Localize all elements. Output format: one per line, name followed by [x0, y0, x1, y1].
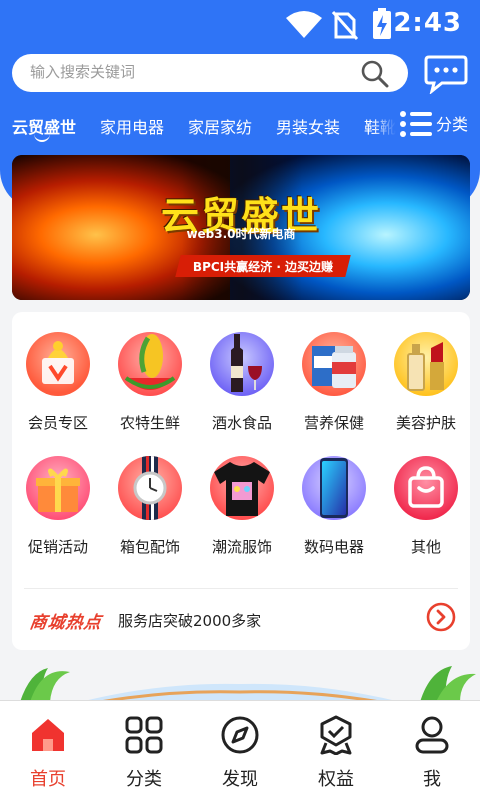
grid-item-other[interactable]: 其他 [380, 436, 472, 556]
grid-item-health[interactable]: 营养保健 [288, 312, 380, 432]
corn-watermelon-icon [118, 332, 182, 396]
grid-icon [125, 716, 163, 754]
grid-item-wine[interactable]: 酒水食品 [196, 312, 288, 432]
no-sim-icon [332, 11, 358, 40]
divider [24, 588, 458, 589]
grid-label: 会员专区 [27, 414, 88, 432]
tab-discover[interactable]: 发现 [192, 701, 288, 801]
supplement-box-icon [302, 332, 366, 396]
category-tab[interactable]: 家用电器 [100, 114, 164, 138]
grid-item-bags[interactable]: 箱包配饰 [104, 436, 196, 556]
vip-gift-icon [26, 332, 90, 396]
banner-ribbon-text: BPCI共赢经济 · 边买边赚 [192, 260, 334, 274]
bottom-tab-bar: 首页 分类 发现 权益 我 [0, 700, 480, 801]
hot-news-logo: 商城热点 [28, 613, 104, 633]
all-categories-label: 分类 [436, 115, 469, 134]
search-bar[interactable] [12, 54, 408, 92]
category-tab[interactable]: 男装女装 [276, 114, 340, 138]
category-tab[interactable]: 家居家纺 [188, 114, 252, 138]
grid-label: 农特生鲜 [119, 414, 180, 432]
watch-icon [118, 456, 182, 520]
smartphone-icon [302, 456, 366, 520]
tab-categories[interactable]: 分类 [96, 701, 192, 801]
wine-bottle-icon [210, 332, 274, 396]
grid-label: 潮流服饰 [211, 538, 272, 556]
tab-label: 分类 [126, 769, 162, 790]
hot-news-text[interactable]: 服务店突破2000多家 [118, 610, 261, 631]
tab-label: 权益 [318, 769, 354, 790]
wifi-icon [286, 11, 322, 38]
home-icon [32, 719, 64, 751]
chevron-right-icon[interactable] [426, 602, 456, 632]
battery-charging-icon [373, 8, 391, 39]
grid-label: 其他 [410, 538, 441, 556]
shopping-bag-icon [394, 456, 458, 520]
tab-home[interactable]: 首页 [0, 701, 96, 801]
message-icon[interactable] [424, 54, 468, 94]
promo-banner[interactable]: 云贸盛世 web3.0时代新电商 BPCI共赢经济 · 边买边赚 [12, 155, 470, 300]
tab-label: 首页 [30, 769, 66, 790]
badge-icon [320, 715, 352, 755]
list-icon [400, 111, 432, 137]
gift-box-icon [26, 456, 90, 520]
grid-item-beauty[interactable]: 美容护肤 [380, 312, 472, 432]
user-icon [415, 716, 449, 754]
search-icon[interactable] [360, 59, 390, 89]
activity-banner-peek [0, 662, 480, 702]
tab-benefits[interactable]: 权益 [288, 701, 384, 801]
grid-item-member[interactable]: 会员专区 [12, 312, 104, 432]
tshirt-icon [210, 456, 274, 520]
grid-item-digital[interactable]: 数码电器 [288, 436, 380, 556]
grid-item-promo[interactable]: 促销活动 [12, 436, 104, 556]
grid-item-fresh[interactable]: 农特生鲜 [104, 312, 196, 432]
tab-fade [372, 110, 396, 140]
tab-label: 我 [423, 769, 441, 790]
grid-label: 箱包配饰 [119, 538, 180, 556]
status-bar: 2:43 [0, 0, 480, 48]
grid-item-fashion[interactable]: 潮流服饰 [196, 436, 288, 556]
grid-label: 酒水食品 [211, 414, 272, 432]
lipstick-icon [394, 332, 458, 396]
search-input[interactable] [28, 62, 352, 82]
category-grid-panel: 会员专区 农特生鲜 酒水食品 营养保健 美容护肤 促销活动 箱包配饰 潮流服饰 … [12, 312, 470, 650]
grid-label: 美容护肤 [395, 414, 456, 432]
banner-subtitle: web3.0时代新电商 [186, 227, 296, 241]
tab-label: 发现 [222, 769, 258, 790]
grid-label: 促销活动 [27, 538, 88, 556]
tab-me[interactable]: 我 [384, 701, 480, 801]
grid-label: 营养保健 [303, 414, 364, 432]
compass-icon [221, 716, 259, 754]
grid-label: 数码电器 [303, 538, 364, 556]
status-time: 2:43 [393, 8, 462, 38]
all-categories-button[interactable]: 分类 [398, 108, 478, 140]
